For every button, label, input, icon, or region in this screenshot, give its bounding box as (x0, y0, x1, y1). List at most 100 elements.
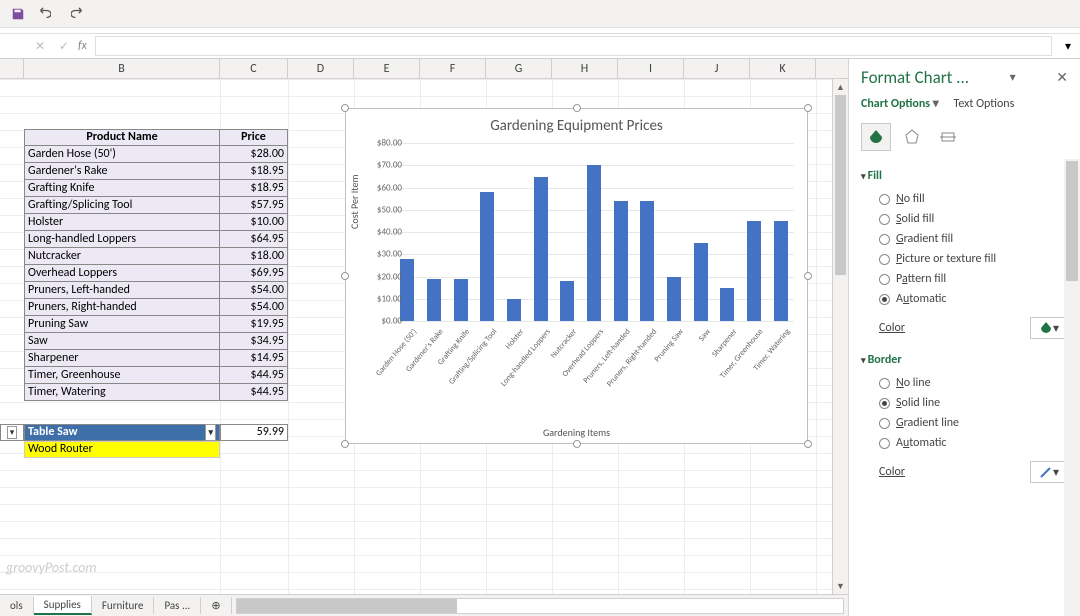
chart-bar[interactable] (454, 279, 468, 321)
yellow-cell[interactable]: Wood Router (24, 441, 220, 458)
pane-scrollbar[interactable] (1064, 159, 1080, 616)
fill-color-button[interactable]: ▾ (1030, 317, 1068, 339)
chart-bar[interactable] (640, 201, 654, 321)
cell-price[interactable]: $44.95 (220, 384, 288, 401)
table-row[interactable]: Long-handled Loppers$64.95 (24, 231, 288, 248)
cell-price[interactable]: $19.95 (220, 316, 288, 333)
chart-bar[interactable] (720, 288, 734, 321)
filter-name-cell[interactable]: Table Saw ▾ (24, 424, 220, 441)
chart-bar[interactable] (400, 259, 414, 321)
border-color-button[interactable]: ▾ (1030, 461, 1068, 483)
chart-bar[interactable] (560, 281, 574, 321)
save-button[interactable] (6, 2, 30, 26)
cell-product-name[interactable]: Pruning Saw (24, 316, 220, 333)
formula-enter-icon[interactable]: ✓ (54, 36, 74, 56)
col-header[interactable]: D (288, 59, 354, 78)
cell-product-name[interactable]: Grafting Knife (24, 180, 220, 197)
cell-product-name[interactable]: Pruners, Left-handed (24, 282, 220, 299)
section-fill-header[interactable]: Fill (861, 163, 1068, 189)
cell-price[interactable]: $64.95 (220, 231, 288, 248)
chart-bar[interactable] (480, 192, 494, 321)
redo-button[interactable] (66, 2, 90, 26)
cell-product-name[interactable]: Grafting/Splicing Tool (24, 197, 220, 214)
fill-line-icon[interactable] (861, 123, 891, 151)
col-header[interactable]: F (420, 59, 486, 78)
chart-bar[interactable] (614, 201, 628, 321)
pane-close-button[interactable]: ✕ (1056, 69, 1068, 86)
table-row[interactable]: Nutcracker$18.00 (24, 248, 288, 265)
chart-object[interactable]: Gardening Equipment Prices Cost Per Item… (345, 108, 808, 444)
col-header[interactable]: J (684, 59, 750, 78)
filter-price-cell[interactable]: 59.99 (220, 424, 288, 441)
col-header[interactable]: C (220, 59, 288, 78)
radio-solid-fill[interactable]: Solid fill (861, 209, 1068, 229)
cell-price[interactable]: $54.00 (220, 299, 288, 316)
table-row[interactable]: Sharpener$14.95 (24, 350, 288, 367)
radio-pattern-fill[interactable]: Pattern fill (861, 269, 1068, 289)
sheet-tab[interactable]: ols (0, 597, 34, 614)
size-properties-icon[interactable] (933, 123, 963, 151)
cell-product-name[interactable]: Sharpener (24, 350, 220, 367)
chart-y-axis-label[interactable]: Cost Per Item (348, 175, 361, 229)
select-all-corner[interactable] (0, 59, 24, 78)
col-header[interactable]: K (750, 59, 816, 78)
chart-bar[interactable] (507, 299, 521, 321)
cell-product-name[interactable]: Timer, Watering (24, 384, 220, 401)
chart-bar[interactable] (534, 177, 548, 322)
radio-picture-fill[interactable]: Picture or texture fill (861, 249, 1068, 269)
formula-input[interactable] (95, 36, 1052, 56)
cell-price[interactable]: $44.95 (220, 367, 288, 384)
table-row[interactable]: Timer, Greenhouse$44.95 (24, 367, 288, 384)
chart-bar[interactable] (427, 279, 441, 321)
cell-product-name[interactable]: Timer, Greenhouse (24, 367, 220, 384)
cell-price[interactable]: $28.00 (220, 146, 288, 163)
undo-button[interactable] (32, 2, 56, 26)
vertical-scrollbar[interactable]: ▲ ▼ (832, 79, 848, 594)
horizontal-scrollbar[interactable] (236, 598, 844, 614)
header-price[interactable]: Price (220, 129, 288, 146)
filter-dropdown-icon[interactable]: ▾ (205, 424, 216, 441)
cell-price[interactable]: $18.00 (220, 248, 288, 265)
sheet-tab[interactable]: Furniture (92, 597, 155, 614)
col-header[interactable]: G (486, 59, 552, 78)
table-row[interactable]: Garden Hose (50')$28.00 (24, 146, 288, 163)
chart-bar[interactable] (694, 243, 708, 321)
cell-product-name[interactable]: Gardener's Rake (24, 163, 220, 180)
cell-product-name[interactable]: Saw (24, 333, 220, 350)
col-header[interactable]: I (618, 59, 684, 78)
cell-product-name[interactable]: Garden Hose (50') (24, 146, 220, 163)
cell-price[interactable]: $54.00 (220, 282, 288, 299)
cell-product-name[interactable]: Overhead Loppers (24, 265, 220, 282)
section-border-header[interactable]: Border (861, 347, 1068, 373)
effects-icon[interactable] (897, 123, 927, 151)
col-header[interactable]: H (552, 59, 618, 78)
sheet-tab[interactable]: Pas ... (154, 597, 201, 614)
chart-bar[interactable] (774, 221, 788, 321)
chart-x-axis-label[interactable]: Gardening Items (346, 426, 807, 439)
col-header[interactable]: B (24, 59, 220, 78)
table-row[interactable]: Pruning Saw$19.95 (24, 316, 288, 333)
radio-no-line[interactable]: No line (861, 373, 1068, 393)
chart-title[interactable]: Gardening Equipment Prices (346, 109, 807, 139)
cell-product-name[interactable]: Nutcracker (24, 248, 220, 265)
chart-bar[interactable] (747, 221, 761, 321)
table-row[interactable]: Holster$10.00 (24, 214, 288, 231)
table-row[interactable]: Pruners, Left-handed$54.00 (24, 282, 288, 299)
formula-expand-icon[interactable]: ▾ (1060, 38, 1076, 54)
tab-chart-options[interactable]: Chart Options ▾ (861, 96, 939, 111)
table-row[interactable]: Grafting/Splicing Tool$57.95 (24, 197, 288, 214)
table-row[interactable]: Gardener's Rake$18.95 (24, 163, 288, 180)
tab-text-options[interactable]: Text Options (954, 97, 1015, 111)
row-filter-dropdown[interactable]: ▾ (0, 424, 24, 441)
cell-price[interactable]: $18.95 (220, 180, 288, 197)
cell-price[interactable]: $18.95 (220, 163, 288, 180)
cell-product-name[interactable]: Pruners, Right-handed (24, 299, 220, 316)
radio-no-fill[interactable]: No fill (861, 189, 1068, 209)
radio-gradient-line[interactable]: Gradient line (861, 413, 1068, 433)
radio-solid-line[interactable]: Solid line (861, 393, 1068, 413)
cell-product-name[interactable]: Long-handled Loppers (24, 231, 220, 248)
chart-bar[interactable] (667, 277, 681, 321)
table-row[interactable]: Pruners, Right-handed$54.00 (24, 299, 288, 316)
cell-price[interactable]: $10.00 (220, 214, 288, 231)
table-row[interactable]: Overhead Loppers$69.95 (24, 265, 288, 282)
